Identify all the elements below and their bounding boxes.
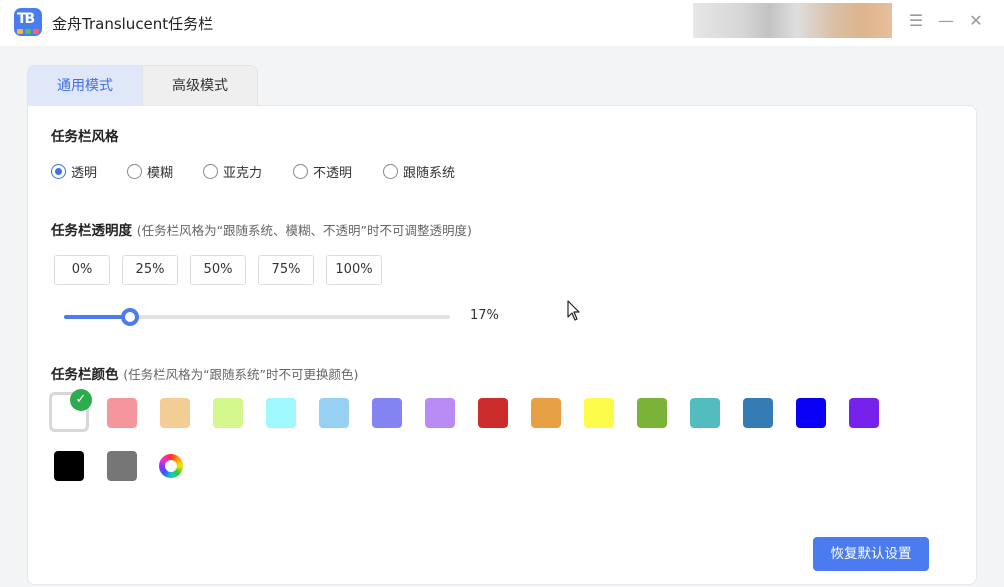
color-section-title: 任务栏颜色 (任务栏风格为“跟随系统”时不可更换颜色) <box>51 367 359 383</box>
radio-transparent[interactable]: 透明 <box>51 162 98 181</box>
preset-0-button[interactable]: 0% <box>54 255 110 285</box>
preset-25-button[interactable]: 25% <box>122 255 178 285</box>
color-wheel-icon[interactable] <box>159 454 183 478</box>
transparency-slider[interactable] <box>64 308 450 326</box>
close-icon[interactable]: ✕ <box>966 10 986 32</box>
mouse-cursor-icon <box>567 300 580 321</box>
color-swatch[interactable] <box>690 398 720 428</box>
slider-handle[interactable] <box>120 308 139 326</box>
radio-label: 跟随系统 <box>403 165 456 181</box>
slider-fill <box>64 315 130 319</box>
reset-defaults-button[interactable]: 恢复默认设置 <box>813 537 929 571</box>
transparency-hint: (任务栏风格为“跟随系统、模糊、不透明”时不可调整透明度) <box>136 223 472 238</box>
transparency-section-title: 任务栏透明度 (任务栏风格为“跟随系统、模糊、不透明”时不可调整透明度) <box>51 223 472 239</box>
color-swatch[interactable] <box>54 451 84 481</box>
radio-dot[interactable] <box>51 163 66 179</box>
radio-label: 不透明 <box>313 165 353 181</box>
preset-75-button[interactable]: 75% <box>258 255 314 285</box>
preset-100-button[interactable]: 100% <box>326 255 382 285</box>
radio-dot[interactable] <box>383 163 398 179</box>
radio-dot[interactable] <box>127 163 142 179</box>
tab-general-mode[interactable]: 通用模式 <box>27 65 143 106</box>
color-swatch[interactable] <box>160 398 190 428</box>
check-icon: ✓ <box>70 389 92 411</box>
color-swatch[interactable] <box>213 398 243 428</box>
radio-follow-system[interactable]: 跟随系统 <box>383 162 456 181</box>
color-swatch[interactable] <box>743 398 773 428</box>
app-logo-text: TB <box>17 11 35 27</box>
color-swatch[interactable] <box>637 398 667 428</box>
menu-icon[interactable]: ☰ <box>906 10 926 32</box>
slider-value: 17% <box>470 308 499 323</box>
color-swatch[interactable] <box>478 398 508 428</box>
color-swatch[interactable] <box>107 451 137 481</box>
color-swatch[interactable] <box>425 398 455 428</box>
color-swatch[interactable] <box>849 398 879 428</box>
tab-advanced-mode[interactable]: 高级模式 <box>142 65 258 106</box>
radio-label: 亚克力 <box>223 165 263 181</box>
radio-dot[interactable] <box>203 163 218 179</box>
app-logo: TB <box>14 8 42 36</box>
color-swatch[interactable] <box>266 398 296 428</box>
color-swatch[interactable] <box>584 398 614 428</box>
color-swatch[interactable] <box>531 398 561 428</box>
minimize-icon[interactable]: — <box>936 10 956 32</box>
color-swatch[interactable] <box>319 398 349 428</box>
color-hint: (任务栏风格为“跟随系统”时不可更换颜色) <box>123 367 359 382</box>
radio-label: 模糊 <box>147 165 174 181</box>
color-swatch[interactable] <box>372 398 402 428</box>
user-banner[interactable] <box>693 3 892 38</box>
color-swatch[interactable] <box>796 398 826 428</box>
radio-acrylic[interactable]: 亚克力 <box>203 162 263 181</box>
preset-50-button[interactable]: 50% <box>190 255 246 285</box>
color-swatch[interactable] <box>107 398 137 428</box>
style-section-title: 任务栏风格 <box>51 129 119 145</box>
radio-blur[interactable]: 模糊 <box>127 162 174 181</box>
title-bar: TB 金舟Translucent任务栏 ☰ — ✕ <box>0 0 1004 46</box>
app-title: 金舟Translucent任务栏 <box>52 15 214 33</box>
radio-dot[interactable] <box>293 163 308 179</box>
radio-label: 透明 <box>71 165 98 181</box>
radio-opaque[interactable]: 不透明 <box>293 162 353 181</box>
